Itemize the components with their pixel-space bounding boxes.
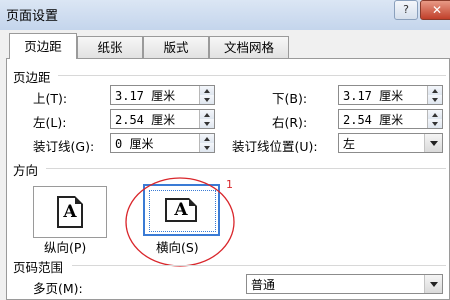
arrow-down-icon (432, 122, 438, 126)
dropdown-button[interactable] (424, 134, 442, 152)
divider (58, 75, 446, 76)
arrow-down-icon (204, 146, 210, 150)
gutter-position-value: 左 (343, 137, 356, 151)
gutter-value: 0 厘米 (115, 137, 154, 151)
gutter-label: 装订线(G): (33, 139, 95, 154)
multiple-pages-value: 普通 (251, 278, 276, 292)
top-margin-label: 上(T): (33, 91, 68, 106)
chevron-down-icon (430, 141, 438, 146)
divider (46, 168, 446, 169)
gutter-position-select[interactable]: 左 (338, 133, 443, 153)
tab-document-grid[interactable]: 文档网格 (209, 36, 289, 58)
bottom-margin-label: 下(B): (272, 91, 308, 106)
bottom-margin-input[interactable]: 3.17 厘米 (338, 85, 443, 105)
gutter-input[interactable]: 0 厘米 (110, 133, 215, 153)
portrait-label: 纵向(P) (44, 240, 87, 255)
dropdown-button[interactable] (424, 275, 442, 293)
multiple-pages-label: 多页(M): (33, 281, 83, 296)
arrow-down-icon (204, 122, 210, 126)
chevron-down-icon (430, 282, 438, 287)
annotation-number: 1 (226, 178, 233, 191)
right-margin-label: 右(R): (272, 115, 308, 130)
right-margin-value: 2.54 厘米 (343, 113, 404, 127)
spin-down-button[interactable] (428, 95, 442, 104)
gutter-position-label: 装订线位置(U): (232, 139, 318, 154)
top-margin-value: 3.17 厘米 (115, 89, 176, 103)
tab-paper[interactable]: 纸张 (77, 36, 143, 58)
pages-group-label: 页码范围 (13, 260, 64, 275)
divider (72, 265, 446, 266)
tab-label: 版式 (163, 40, 189, 55)
tab-label: 纸张 (97, 40, 123, 55)
spin-down-button[interactable] (428, 119, 442, 128)
help-button[interactable]: ? (394, 0, 418, 20)
close-icon: ✕ (431, 3, 443, 17)
spin-down-button[interactable] (200, 119, 214, 128)
portrait-option[interactable]: A (33, 186, 107, 238)
arrow-up-icon (204, 89, 210, 93)
left-margin-value: 2.54 厘米 (115, 113, 176, 127)
arrow-up-icon (432, 113, 438, 117)
close-button[interactable]: ✕ (420, 0, 450, 20)
left-margin-label: 左(L): (33, 115, 67, 130)
spin-down-button[interactable] (200, 95, 214, 104)
margins-group-label: 页边距 (13, 70, 51, 85)
arrow-down-icon (432, 98, 438, 102)
arrow-up-icon (204, 137, 210, 141)
tab-margins[interactable]: 页边距 (9, 33, 77, 59)
right-margin-input[interactable]: 2.54 厘米 (338, 109, 443, 129)
multiple-pages-select[interactable]: 普通 (246, 274, 443, 294)
spin-down-button[interactable] (200, 143, 214, 152)
annotation-circle (125, 177, 235, 267)
orientation-group-label: 方向 (13, 163, 39, 178)
portrait-page-icon: A (57, 196, 83, 228)
arrow-up-icon (432, 89, 438, 93)
page-glyph: A (63, 202, 77, 222)
tab-label: 页边距 (24, 39, 62, 54)
arrow-down-icon (204, 98, 210, 102)
help-icon: ? (403, 3, 409, 16)
bottom-margin-value: 3.17 厘米 (343, 89, 404, 103)
dialog-title: 页面设置 (6, 9, 59, 24)
arrow-up-icon (204, 113, 210, 117)
tab-layout[interactable]: 版式 (143, 36, 209, 58)
tab-label: 文档网格 (223, 40, 274, 55)
left-margin-input[interactable]: 2.54 厘米 (110, 109, 215, 129)
top-margin-input[interactable]: 3.17 厘米 (110, 85, 215, 105)
title-bar (0, 0, 450, 30)
